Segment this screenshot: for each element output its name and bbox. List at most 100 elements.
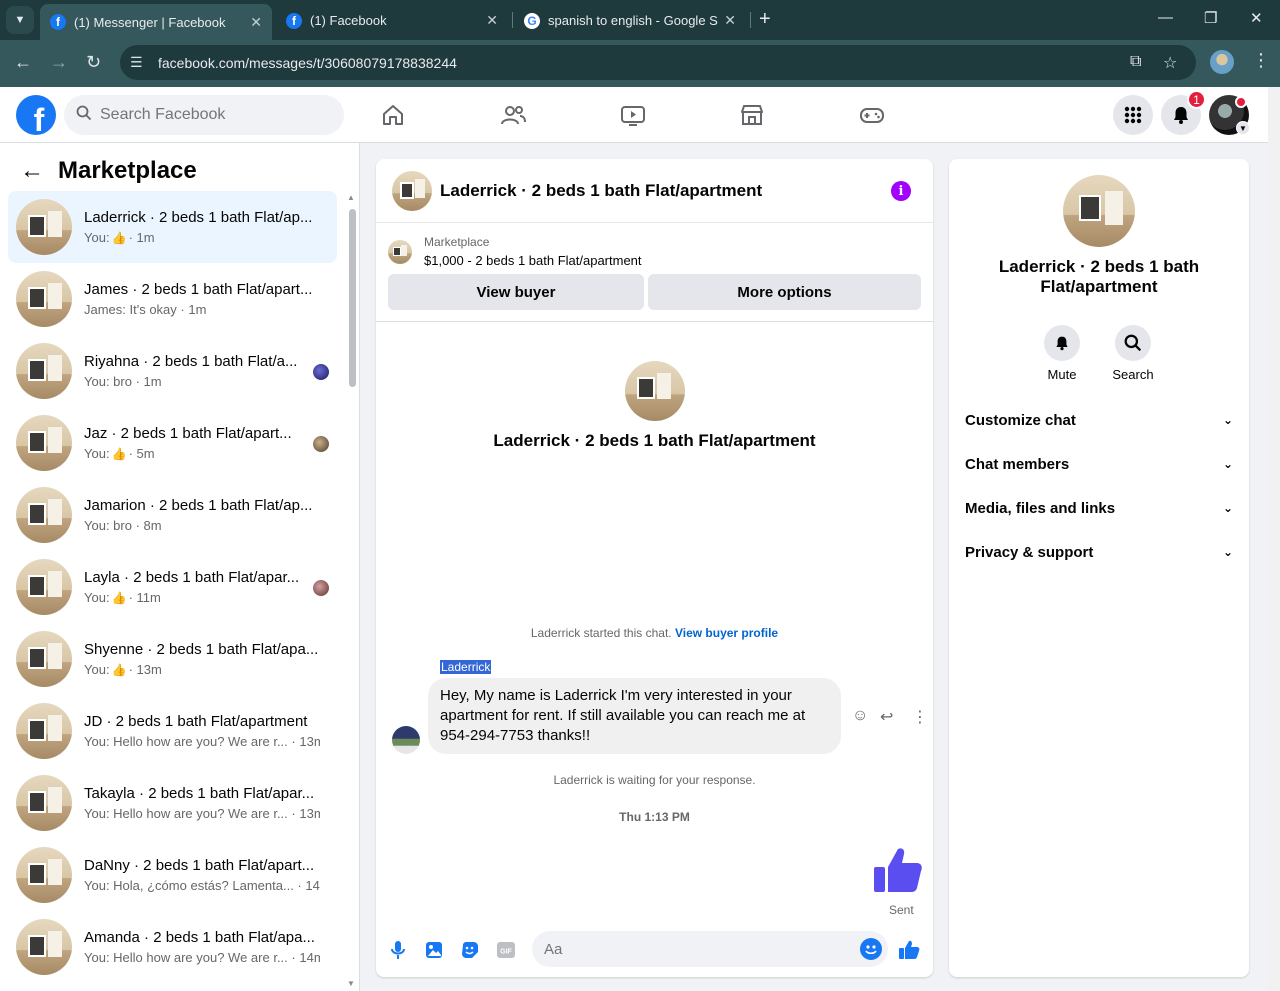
bell-icon[interactable]: [1044, 325, 1080, 361]
marketplace-icon[interactable]: [738, 101, 766, 129]
message-bubble[interactable]: Hey, My name is Laderrick I'm very inter…: [428, 678, 841, 754]
chevron-down-icon: ⌄: [1222, 457, 1233, 471]
conversation-item[interactable]: DaNny · 2 beds 1 bath Flat/apart... You:…: [8, 839, 337, 911]
microphone-icon[interactable]: [387, 939, 409, 961]
conversation-time: 11m: [136, 590, 161, 605]
thumbs-up-icon[interactable]: [872, 845, 924, 900]
info-avatar[interactable]: [1063, 175, 1135, 247]
browser-tab-google[interactable]: G spanish to english - Google Sea ✕: [514, 5, 746, 36]
photo-icon[interactable]: [423, 939, 445, 961]
view-buyer-button[interactable]: View buyer: [388, 274, 644, 310]
conversation-item[interactable]: Jaz · 2 beds 1 bath Flat/apart... You: 👍 ·…: [8, 407, 337, 479]
chevron-down-icon[interactable]: ▼: [1236, 121, 1250, 135]
more-options-button[interactable]: More options: [648, 274, 921, 310]
reply-icon[interactable]: ↩: [880, 707, 893, 727]
back-arrow-icon[interactable]: ←: [20, 157, 44, 185]
close-icon[interactable]: ✕: [724, 12, 736, 29]
customize-chat-section[interactable]: Customize chat ⌄: [965, 406, 1233, 434]
chat-title[interactable]: Laderrick · 2 beds 1 bath Flat/apartment: [440, 181, 762, 201]
window-close-icon[interactable]: ✕: [1250, 9, 1263, 27]
video-icon[interactable]: [619, 101, 647, 129]
privacy-support-section[interactable]: Privacy & support ⌄: [965, 538, 1233, 566]
media-files-links-section[interactable]: Media, files and links ⌄: [965, 494, 1233, 522]
listing-thumbnail: [16, 775, 72, 831]
facebook-logo-icon[interactable]: f: [16, 95, 56, 135]
info-icon[interactable]: i: [891, 181, 911, 201]
browser-profile-avatar[interactable]: [1210, 50, 1234, 74]
close-icon[interactable]: ✕: [486, 12, 498, 29]
chat-info-panel: Laderrick · 2 beds 1 bath Flat/apartment…: [949, 159, 1249, 977]
gaming-icon[interactable]: [858, 101, 886, 129]
new-tab-button[interactable]: +: [759, 8, 771, 31]
conversation-item[interactable]: Layla · 2 beds 1 bath Flat/apar... You: 👍…: [8, 551, 337, 623]
forward-icon[interactable]: →: [50, 52, 68, 73]
conversation-time: 8m: [143, 518, 162, 533]
conversation-item[interactable]: James · 2 beds 1 bath Flat/apart... Jame…: [8, 263, 337, 335]
bookmark-star-icon[interactable]: ☆: [1163, 53, 1177, 73]
chat-avatar[interactable]: [392, 170, 432, 211]
tab-title: spanish to english - Google Sea: [548, 13, 719, 28]
info-name: Laderrick · 2 beds 1 bath Flat/apartment: [998, 257, 1200, 296]
conversation-item[interactable]: Jamarion · 2 beds 1 bath Flat/ap... You:…: [8, 479, 337, 551]
mute-button[interactable]: Mute: [1022, 325, 1102, 382]
scroll-down-arrow[interactable]: ▼: [347, 979, 355, 988]
conversation-time: 13m: [299, 734, 320, 749]
conversation-item[interactable]: Amanda · 2 beds 1 bath Flat/apa... You: …: [8, 911, 337, 983]
browser-tab-facebook[interactable]: f (1) Facebook ✕: [276, 5, 508, 36]
browser-toolbar: ← → ↻ ☰ facebook.com/messages/t/30608079…: [0, 40, 1280, 87]
search-chat-button[interactable]: Search: [1093, 325, 1173, 382]
conversation-item[interactable]: Shyenne · 2 beds 1 bath Flat/apa... You:…: [8, 623, 337, 695]
address-bar[interactable]: ☰ facebook.com/messages/t/30608079178838…: [120, 45, 1196, 80]
search-input[interactable]: [100, 106, 320, 124]
chat-members-section[interactable]: Chat members ⌄: [965, 450, 1233, 478]
conversation-name: Layla · 2 beds 1 bath Flat/apar...: [84, 569, 300, 586]
like-button-icon[interactable]: [898, 939, 920, 961]
scroll-up-arrow[interactable]: ▲: [347, 193, 355, 202]
emoji-icon[interactable]: [860, 938, 882, 960]
page-scrollbar[interactable]: [1268, 87, 1280, 991]
search-label: Search: [1112, 367, 1154, 382]
section-label: Customize chat: [965, 411, 1076, 429]
seen-avatar: [313, 364, 329, 380]
conversation-item[interactable]: Riyahna · 2 beds 1 bath Flat/a... You: b…: [8, 335, 337, 407]
home-icon[interactable]: [379, 101, 407, 129]
back-icon[interactable]: ←: [14, 52, 32, 73]
conversation-item[interactable]: Takayla · 2 beds 1 bath Flat/apar... You…: [8, 767, 337, 839]
view-buyer-profile-link[interactable]: View buyer profile: [675, 626, 778, 640]
reload-icon[interactable]: ↻: [86, 52, 101, 73]
message-timestamp: Thu 1:13 PM: [619, 810, 690, 824]
react-emoji-icon[interactable]: ☺: [852, 707, 868, 725]
minimize-icon[interactable]: —: [1158, 9, 1173, 26]
conversation-name: Laderrick · 2 beds 1 bath Flat/ap...: [84, 209, 313, 226]
conversation-name: JD · 2 beds 1 bath Flat/apartment: [84, 713, 308, 730]
sticker-icon[interactable]: [459, 939, 481, 961]
conversation-item[interactable]: JD · 2 beds 1 bath Flat/apartment You: H…: [8, 695, 337, 767]
grid-icon: [1124, 106, 1142, 124]
conversation-name: Riyahna · 2 beds 1 bath Flat/a...: [84, 353, 298, 370]
restore-icon[interactable]: ❐: [1204, 9, 1217, 27]
browser-menu-icon[interactable]: ⋮: [1252, 50, 1270, 71]
site-settings-icon[interactable]: ☰: [130, 54, 154, 71]
friends-icon[interactable]: [499, 101, 527, 129]
facebook-search[interactable]: [64, 95, 344, 135]
sidebar-scrollbar-thumb[interactable]: [349, 209, 356, 387]
sender-avatar[interactable]: [392, 726, 420, 754]
more-icon[interactable]: ⋮: [912, 707, 928, 727]
message-input[interactable]: [532, 931, 888, 967]
status-dot: [1235, 96, 1247, 108]
close-icon[interactable]: ✕: [250, 14, 262, 31]
conversation-time: 13m: [136, 662, 162, 677]
conversation-item[interactable]: Laderrick · 2 beds 1 bath Flat/ap... You…: [8, 191, 337, 263]
listing-summary[interactable]: Marketplace $1,000 - 2 beds 1 bath Flat/…: [388, 235, 642, 268]
chat-panel: Laderrick · 2 beds 1 bath Flat/apartment…: [376, 159, 933, 977]
search-icon[interactable]: [1115, 325, 1151, 361]
menu-grid-button[interactable]: [1113, 95, 1153, 135]
url-text[interactable]: facebook.com/messages/t/3060807917883824…: [158, 55, 457, 71]
gif-icon[interactable]: GIF: [495, 939, 517, 961]
facebook-icon: f: [286, 12, 302, 29]
conversation-time: 14m: [299, 950, 320, 965]
profile-avatar[interactable]: [624, 361, 685, 421]
install-app-icon[interactable]: ⧉: [1130, 53, 1141, 71]
browser-tab-messenger[interactable]: f (1) Messenger | Facebook ✕: [40, 4, 272, 40]
tab-search-button[interactable]: ▼: [6, 6, 34, 34]
